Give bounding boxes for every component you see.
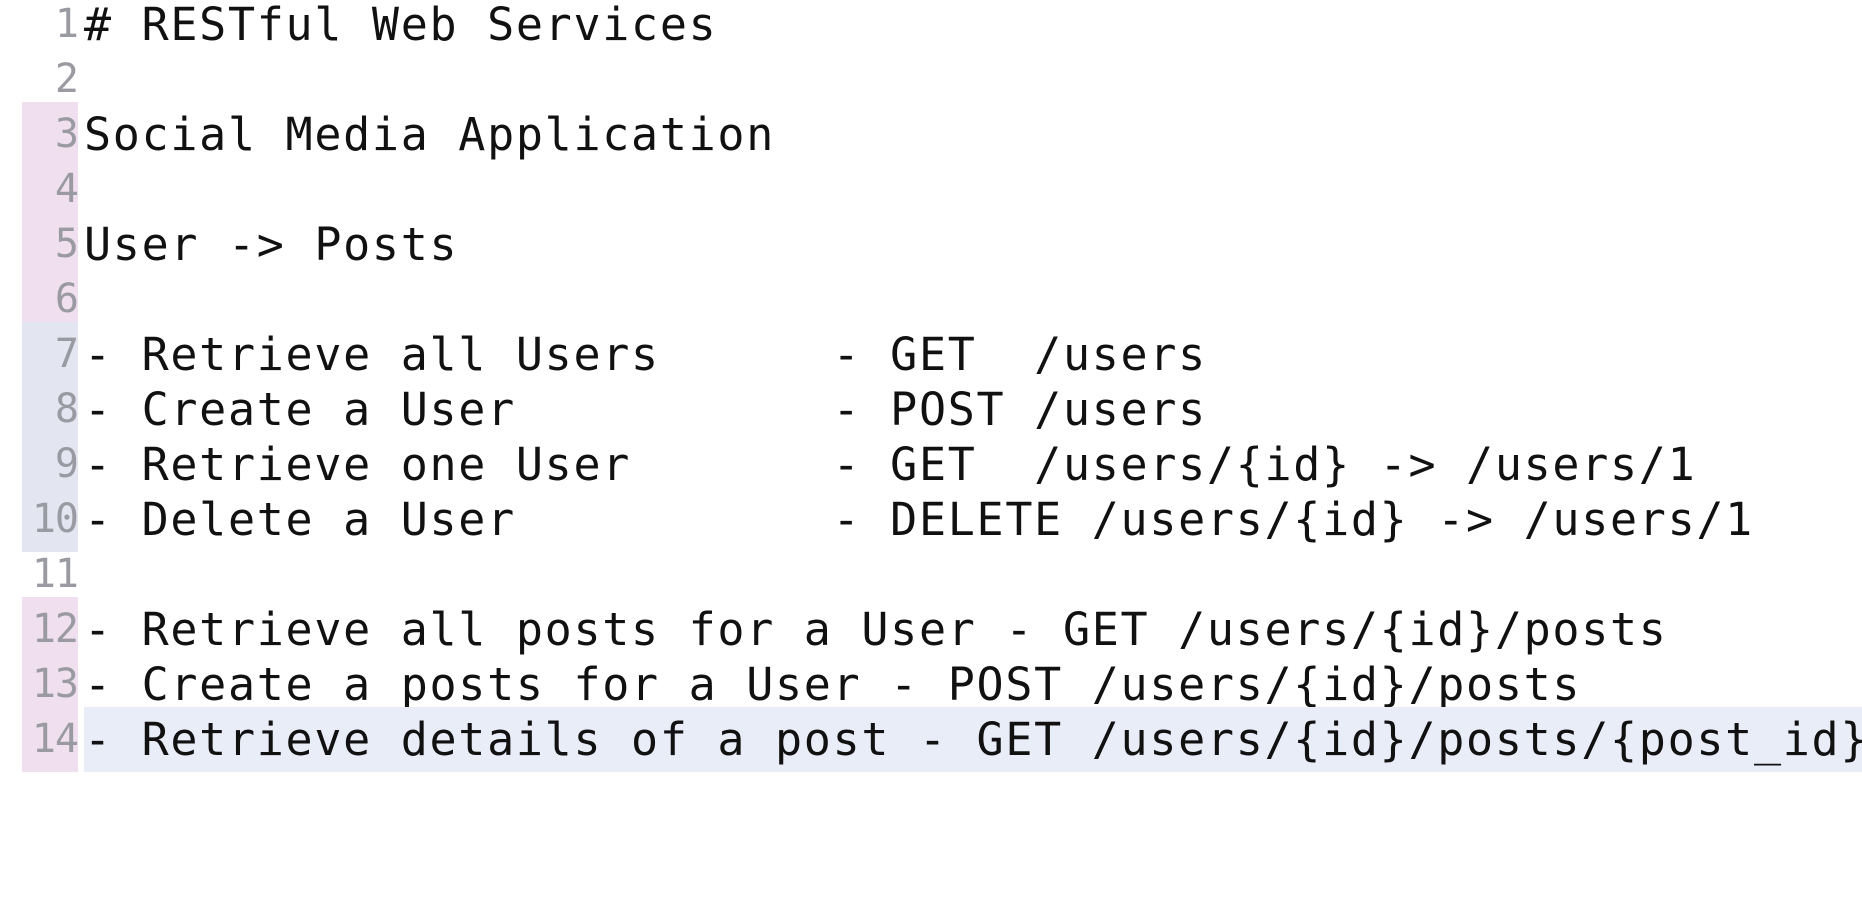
line-text-with-caret[interactable]: - Retrieve details of a post - GET /user… xyxy=(84,707,1862,772)
text-editor[interactable]: 1 # RESTful Web Services 2 3 Social Medi… xyxy=(0,0,1862,920)
line-text: - Retrieve details of a post - GET /user… xyxy=(84,713,1862,766)
line-number: 14 xyxy=(31,716,79,762)
line-gutter: 14 xyxy=(22,707,79,772)
current-editor-line[interactable]: 14 - Retrieve details of a post - GET /u… xyxy=(0,707,1862,772)
